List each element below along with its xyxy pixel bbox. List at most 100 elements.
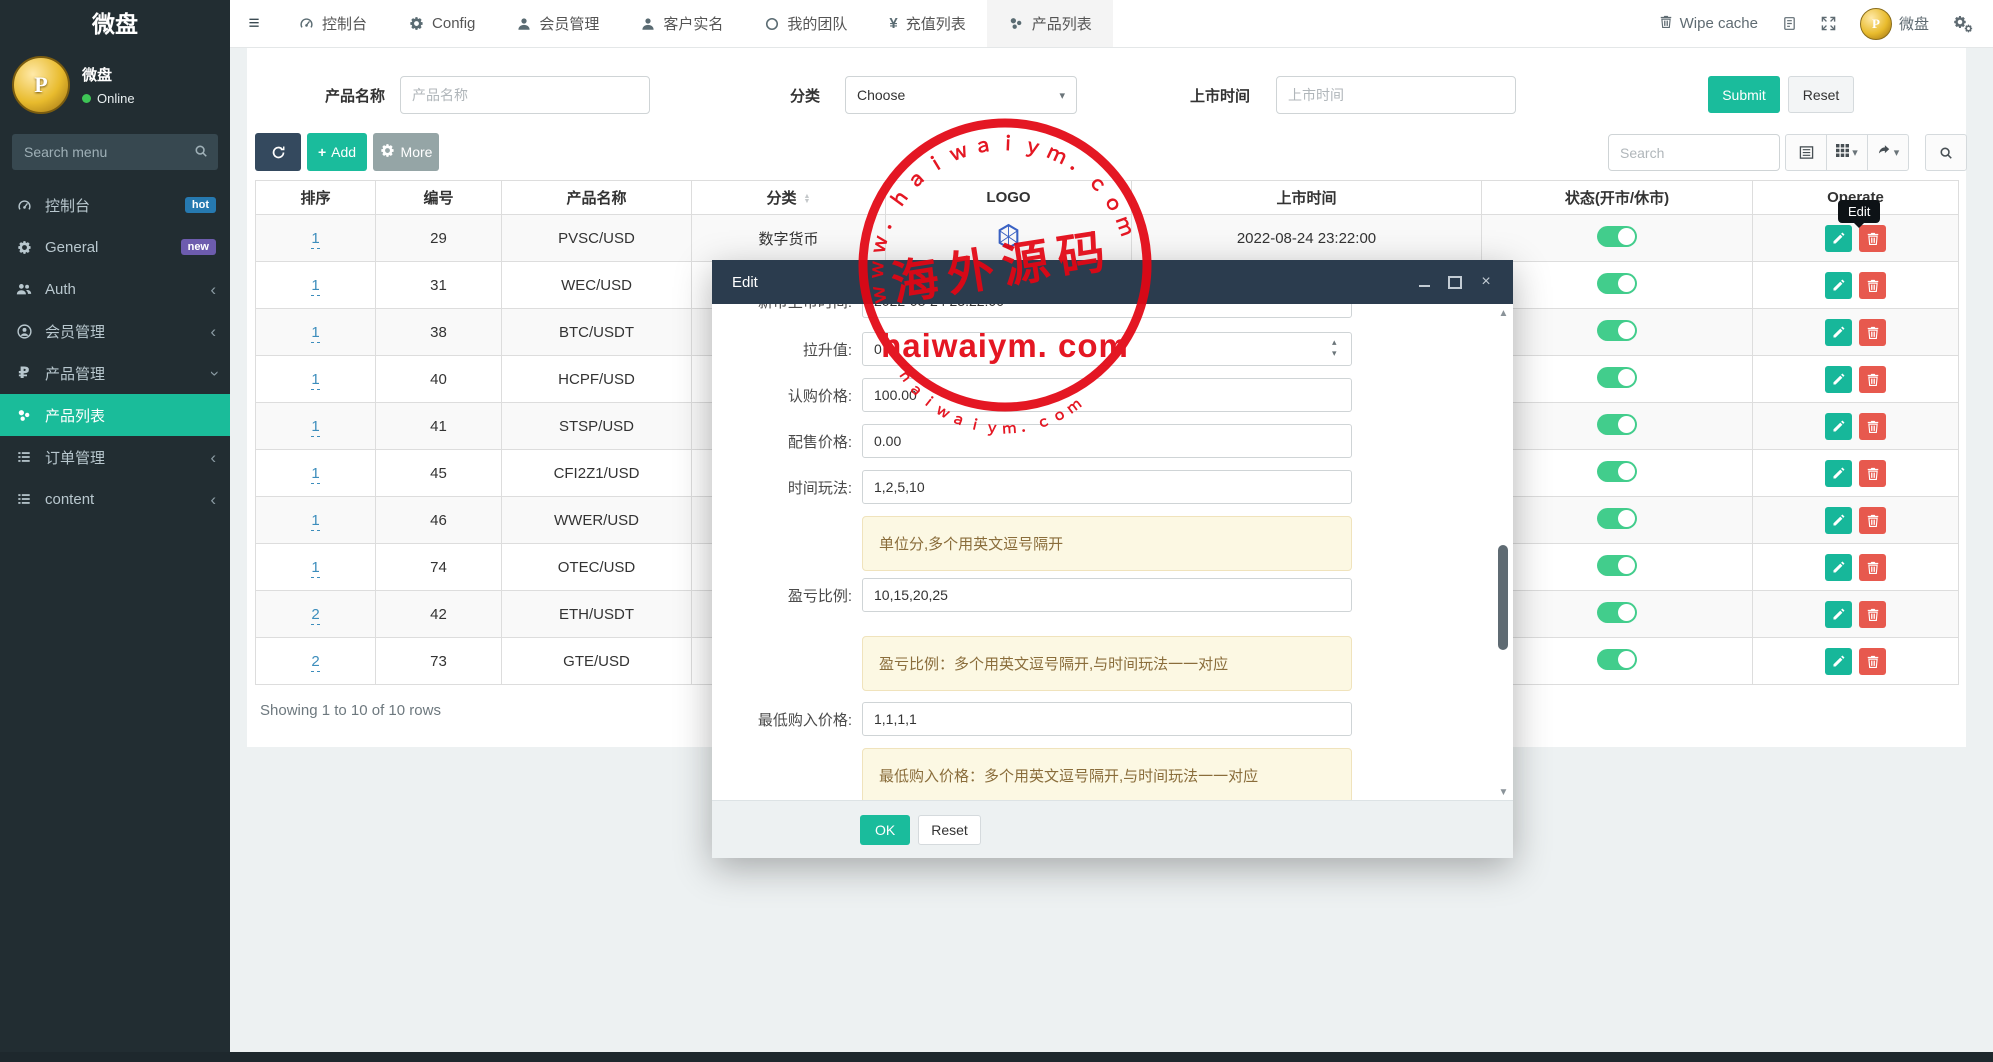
- columns-button[interactable]: ▾: [1826, 134, 1868, 171]
- paging-toggle-button[interactable]: [1785, 134, 1827, 171]
- filter-category-select[interactable]: Choose ▾: [845, 76, 1077, 114]
- log-icon[interactable]: [1782, 16, 1797, 31]
- column-header[interactable]: 分类 ▲ ▼: [691, 180, 886, 215]
- delete-button[interactable]: [1859, 506, 1886, 534]
- edit-button[interactable]: [1825, 224, 1852, 252]
- submit-button[interactable]: Submit: [1708, 76, 1780, 113]
- maximize-icon[interactable]: [1448, 275, 1462, 289]
- status-toggle[interactable]: [1597, 225, 1637, 247]
- status-toggle[interactable]: [1597, 554, 1637, 576]
- edit-button[interactable]: [1825, 271, 1852, 299]
- sort-link[interactable]: 1: [311, 558, 320, 578]
- delete-button[interactable]: [1859, 271, 1886, 299]
- chevron-down-icon: ▾: [1059, 89, 1065, 102]
- profit-ratio-input[interactable]: 10,15,20,25: [862, 578, 1352, 612]
- product-id: 41: [375, 402, 502, 450]
- search-toggle-button[interactable]: [1925, 134, 1967, 171]
- sidebar-item-auth[interactable]: Auth ‹: [0, 268, 230, 310]
- refresh-button[interactable]: [255, 133, 301, 171]
- status-toggle[interactable]: [1597, 366, 1637, 388]
- tab-label: 客户实名: [663, 16, 724, 33]
- status-toggle[interactable]: [1597, 507, 1637, 529]
- edit-button[interactable]: [1825, 647, 1852, 675]
- sort-link[interactable]: 1: [311, 229, 320, 249]
- sort-link[interactable]: 1: [311, 276, 320, 296]
- export-button[interactable]: ▾: [1867, 134, 1909, 171]
- user-icon: [517, 17, 531, 31]
- status-toggle[interactable]: [1597, 413, 1637, 435]
- gear-icon: [380, 143, 395, 161]
- sort-link[interactable]: 1: [311, 370, 320, 390]
- edit-button[interactable]: [1825, 459, 1852, 487]
- scroll-down-icon[interactable]: ▼: [1497, 787, 1510, 798]
- sidebar-item-products[interactable]: ₽ 产品管理 ‹: [0, 352, 230, 394]
- edit-button[interactable]: [1825, 600, 1852, 628]
- tab-products[interactable]: 产品列表: [986, 0, 1113, 47]
- fullscreen-icon[interactable]: [1821, 16, 1836, 31]
- sort-link[interactable]: 1: [311, 464, 320, 484]
- tab-kyc[interactable]: 客户实名: [620, 0, 744, 47]
- sort-link[interactable]: 1: [311, 323, 320, 343]
- placement-price-input[interactable]: 0.00: [862, 424, 1352, 458]
- status-toggle[interactable]: [1597, 648, 1637, 670]
- close-icon[interactable]: ×: [1479, 273, 1493, 290]
- sort-icon[interactable]: ▲ ▼: [804, 193, 811, 205]
- modal-reset-button[interactable]: Reset: [918, 814, 981, 845]
- scroll-up-icon[interactable]: ▲: [1497, 308, 1510, 319]
- hamburger-icon[interactable]: ≡: [230, 0, 278, 47]
- min-buy-price-input[interactable]: 1,1,1,1: [862, 702, 1352, 736]
- delete-button[interactable]: [1859, 365, 1886, 393]
- settings-cogs-icon[interactable]: [1953, 15, 1973, 33]
- sort-link[interactable]: 2: [311, 605, 320, 625]
- sidebar-item-members[interactable]: 会员管理 ‹: [0, 310, 230, 352]
- filter-reset-button[interactable]: Reset: [1788, 76, 1854, 113]
- edit-button[interactable]: [1825, 318, 1852, 346]
- filter-name-input[interactable]: [400, 76, 650, 114]
- status-toggle[interactable]: [1597, 319, 1637, 341]
- delete-button[interactable]: [1859, 412, 1886, 440]
- filter-time-input[interactable]: [1276, 76, 1516, 114]
- delete-button[interactable]: [1859, 318, 1886, 346]
- ok-button[interactable]: OK: [860, 814, 911, 845]
- sidebar-item-orders[interactable]: 订单管理 ‹: [0, 436, 230, 478]
- delete-button[interactable]: [1859, 553, 1886, 581]
- sort-link[interactable]: 2: [311, 652, 320, 672]
- sidebar-item-product-list[interactable]: 产品列表: [0, 394, 230, 436]
- sidebar-item-general[interactable]: General new: [0, 226, 230, 268]
- number-spinner[interactable]: ▴ ▾: [1332, 337, 1504, 359]
- edit-button[interactable]: [1825, 412, 1852, 440]
- minimize-icon[interactable]: [1417, 275, 1431, 289]
- edit-button[interactable]: [1825, 365, 1852, 393]
- edit-button[interactable]: [1825, 553, 1852, 581]
- delete-button[interactable]: [1859, 224, 1886, 252]
- table-search-input[interactable]: [1608, 134, 1780, 171]
- delete-button[interactable]: [1859, 647, 1886, 675]
- status-toggle[interactable]: [1597, 460, 1637, 482]
- product-name: BTC/USDT: [501, 308, 692, 356]
- add-button[interactable]: + Add: [307, 133, 367, 171]
- sidebar-item-content[interactable]: content ‹: [0, 478, 230, 520]
- status-toggle[interactable]: [1597, 272, 1637, 294]
- sort-link[interactable]: 1: [311, 417, 320, 437]
- sidebar-search-input[interactable]: [12, 134, 218, 170]
- modal-scrollbar[interactable]: ▲ ▼: [1497, 308, 1510, 798]
- delete-button[interactable]: [1859, 459, 1886, 487]
- tab-members[interactable]: 会员管理: [496, 0, 620, 47]
- more-button[interactable]: More: [373, 133, 439, 171]
- navbar-user[interactable]: P 微盘: [1859, 7, 1929, 40]
- scrollbar-thumb[interactable]: [1498, 545, 1508, 650]
- sidebar-item-dashboard[interactable]: 控制台 hot: [0, 184, 230, 226]
- time-play-input[interactable]: 1,2,5,10: [862, 470, 1352, 504]
- tab-team[interactable]: 我的团队: [744, 0, 868, 47]
- listing-time-input[interactable]: 2022-08-24 23:22:00: [862, 304, 1352, 318]
- tab-recharge[interactable]: ¥ 充值列表: [868, 0, 986, 47]
- status-toggle[interactable]: [1597, 601, 1637, 623]
- tab-dashboard[interactable]: 控制台: [278, 0, 388, 47]
- edit-button[interactable]: [1825, 506, 1852, 534]
- subscription-price-input[interactable]: 100.00: [862, 378, 1352, 412]
- sort-link[interactable]: 1: [311, 511, 320, 531]
- wipe-cache-button[interactable]: Wipe cache: [1659, 14, 1758, 33]
- tab-config[interactable]: Config: [388, 0, 496, 47]
- delete-button[interactable]: [1859, 600, 1886, 628]
- pull-value-input[interactable]: 0: [862, 332, 1352, 366]
